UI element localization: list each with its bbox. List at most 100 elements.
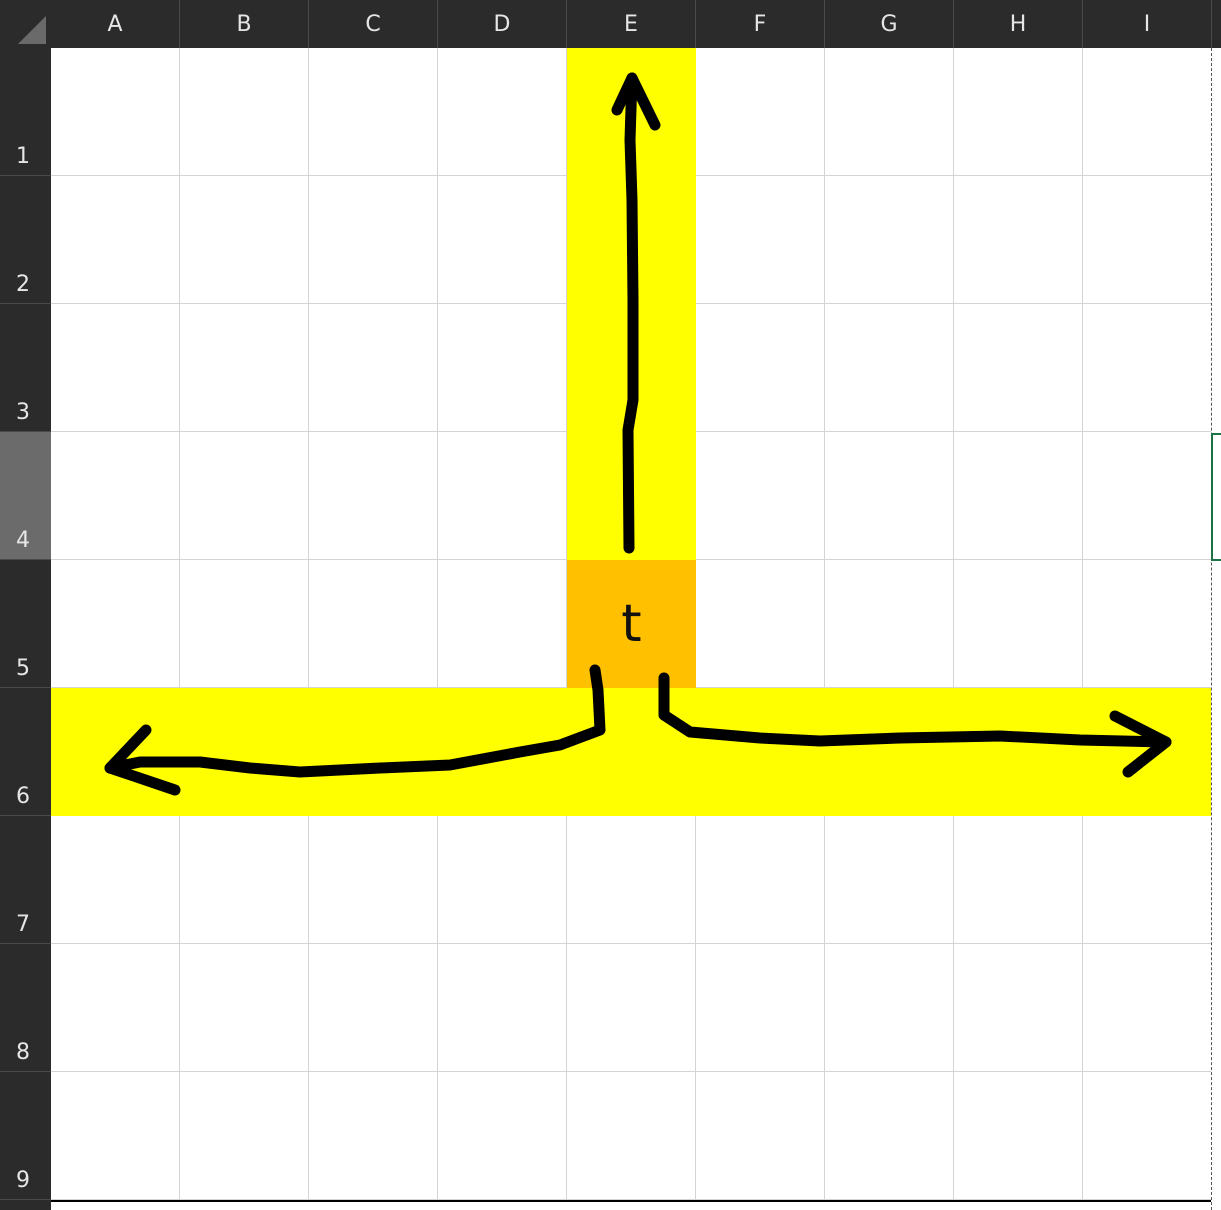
column-header-a[interactable]: A <box>51 0 180 48</box>
cell-f6[interactable] <box>696 688 825 816</box>
cell-a4[interactable] <box>51 432 180 560</box>
cell-c7[interactable] <box>309 816 438 944</box>
cell-c6[interactable] <box>309 688 438 816</box>
cell-c5[interactable] <box>309 560 438 688</box>
row-header-6[interactable]: 6 <box>0 688 51 816</box>
cell-i4[interactable] <box>1083 432 1212 560</box>
column-header-g[interactable]: G <box>825 0 954 48</box>
cell-i7[interactable] <box>1083 816 1212 944</box>
cell-f7[interactable] <box>696 816 825 944</box>
cell-a3[interactable] <box>51 304 180 432</box>
cell-h1[interactable] <box>954 48 1083 176</box>
cell-h9[interactable] <box>954 1072 1083 1200</box>
cell-a7[interactable] <box>51 816 180 944</box>
cell-a6[interactable] <box>51 688 180 816</box>
row-header-5[interactable]: 5 <box>0 560 51 688</box>
cell-c9[interactable] <box>309 1072 438 1200</box>
cell-h2[interactable] <box>954 176 1083 304</box>
column-header-i[interactable]: I <box>1083 0 1212 48</box>
cell-g7[interactable] <box>825 816 954 944</box>
cell-d5[interactable] <box>438 560 567 688</box>
cell-f2[interactable] <box>696 176 825 304</box>
cell-b9[interactable] <box>180 1072 309 1200</box>
cell-g9[interactable] <box>825 1072 954 1200</box>
row-header-2[interactable]: 2 <box>0 176 51 304</box>
cell-b7[interactable] <box>180 816 309 944</box>
cell-e9[interactable] <box>567 1072 696 1200</box>
cell-b1[interactable] <box>180 48 309 176</box>
cell-g6[interactable] <box>825 688 954 816</box>
column-header-d[interactable]: D <box>438 0 567 48</box>
cell-i3[interactable] <box>1083 304 1212 432</box>
cell-c3[interactable] <box>309 304 438 432</box>
select-all-corner[interactable] <box>0 0 51 48</box>
cell-h6[interactable] <box>954 688 1083 816</box>
cell-c8[interactable] <box>309 944 438 1072</box>
cell-e8[interactable] <box>567 944 696 1072</box>
cell-f8[interactable] <box>696 944 825 1072</box>
cell-b4[interactable] <box>180 432 309 560</box>
cell-g1[interactable] <box>825 48 954 176</box>
cell-d3[interactable] <box>438 304 567 432</box>
cell-c1[interactable] <box>309 48 438 176</box>
cell-e4[interactable] <box>567 432 696 560</box>
cell-g3[interactable] <box>825 304 954 432</box>
cell-h8[interactable] <box>954 944 1083 1072</box>
cell-d7[interactable] <box>438 816 567 944</box>
cell-i6[interactable] <box>1083 688 1212 816</box>
row-header-3[interactable]: 3 <box>0 304 51 432</box>
column-header-c[interactable]: C <box>309 0 438 48</box>
column-header-b[interactable]: B <box>180 0 309 48</box>
row-header-9[interactable]: 9 <box>0 1072 51 1200</box>
cell-h3[interactable] <box>954 304 1083 432</box>
row-header-4[interactable]: 4 <box>0 432 51 560</box>
cell-i8[interactable] <box>1083 944 1212 1072</box>
cell-b2[interactable] <box>180 176 309 304</box>
cell-f9[interactable] <box>696 1072 825 1200</box>
cell-f4[interactable] <box>696 432 825 560</box>
cell-a8[interactable] <box>51 944 180 1072</box>
cell-b8[interactable] <box>180 944 309 1072</box>
column-header-e[interactable]: E <box>567 0 696 48</box>
cell-d8[interactable] <box>438 944 567 1072</box>
cell-i2[interactable] <box>1083 176 1212 304</box>
cell-f1[interactable] <box>696 48 825 176</box>
cell-d6[interactable] <box>438 688 567 816</box>
cell-g4[interactable] <box>825 432 954 560</box>
cell-f5[interactable] <box>696 560 825 688</box>
column-header-h[interactable]: H <box>954 0 1083 48</box>
cell-grid[interactable]: t <box>51 48 1212 1200</box>
cell-h5[interactable] <box>954 560 1083 688</box>
cell-a9[interactable] <box>51 1072 180 1200</box>
cell-d2[interactable] <box>438 176 567 304</box>
cell-i5[interactable] <box>1083 560 1212 688</box>
cell-c4[interactable] <box>309 432 438 560</box>
cell-f3[interactable] <box>696 304 825 432</box>
cell-g5[interactable] <box>825 560 954 688</box>
cell-h4[interactable] <box>954 432 1083 560</box>
cell-a1[interactable] <box>51 48 180 176</box>
cell-a5[interactable] <box>51 560 180 688</box>
row-header-8[interactable]: 8 <box>0 944 51 1072</box>
cell-i9[interactable] <box>1083 1072 1212 1200</box>
cell-e3[interactable] <box>567 304 696 432</box>
cell-d4[interactable] <box>438 432 567 560</box>
cell-b5[interactable] <box>180 560 309 688</box>
cell-b3[interactable] <box>180 304 309 432</box>
cell-a2[interactable] <box>51 176 180 304</box>
cell-d1[interactable] <box>438 48 567 176</box>
cell-e2[interactable] <box>567 176 696 304</box>
cell-d9[interactable] <box>438 1072 567 1200</box>
row-header-7[interactable]: 7 <box>0 816 51 944</box>
cell-e1[interactable] <box>567 48 696 176</box>
cell-g8[interactable] <box>825 944 954 1072</box>
cell-b6[interactable] <box>180 688 309 816</box>
cell-i1[interactable] <box>1083 48 1212 176</box>
cell-c2[interactable] <box>309 176 438 304</box>
cell-e7[interactable] <box>567 816 696 944</box>
row-header-1[interactable]: 1 <box>0 48 51 176</box>
cell-h7[interactable] <box>954 816 1083 944</box>
cell-g2[interactable] <box>825 176 954 304</box>
column-header-f[interactable]: F <box>696 0 825 48</box>
cell-e6[interactable] <box>567 688 696 816</box>
